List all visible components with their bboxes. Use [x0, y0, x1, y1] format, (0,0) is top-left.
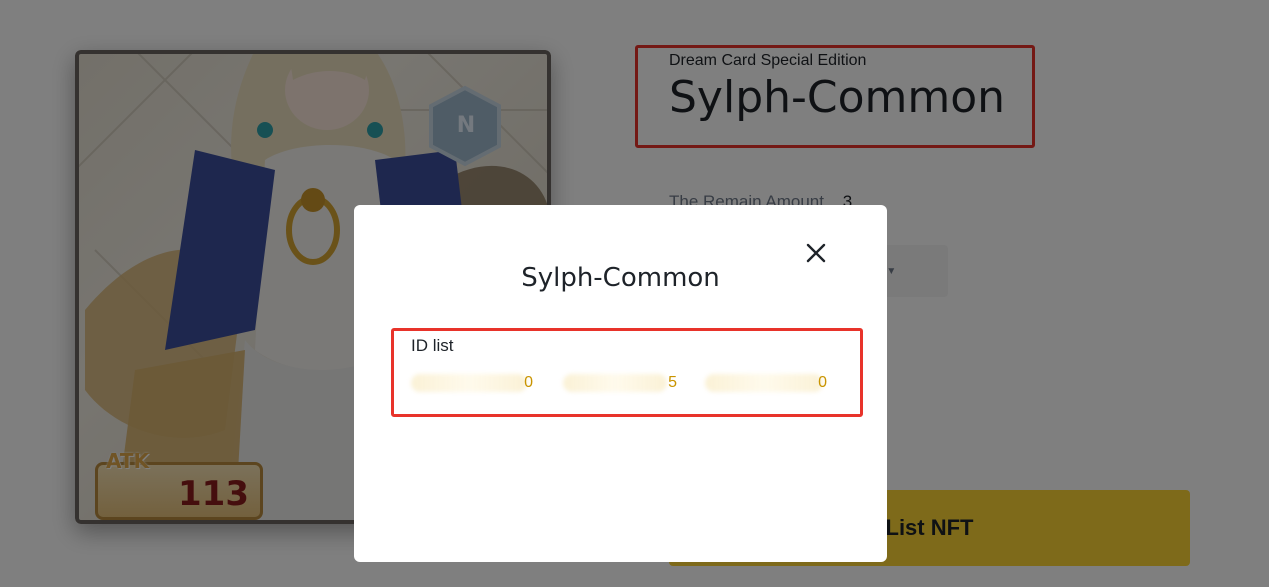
close-icon — [806, 243, 826, 263]
id-list-modal: Sylph-Common ID list 0 5 0 — [354, 205, 887, 562]
annotation-box-id-list — [391, 328, 863, 417]
modal-title: Sylph-Common — [521, 263, 720, 293]
